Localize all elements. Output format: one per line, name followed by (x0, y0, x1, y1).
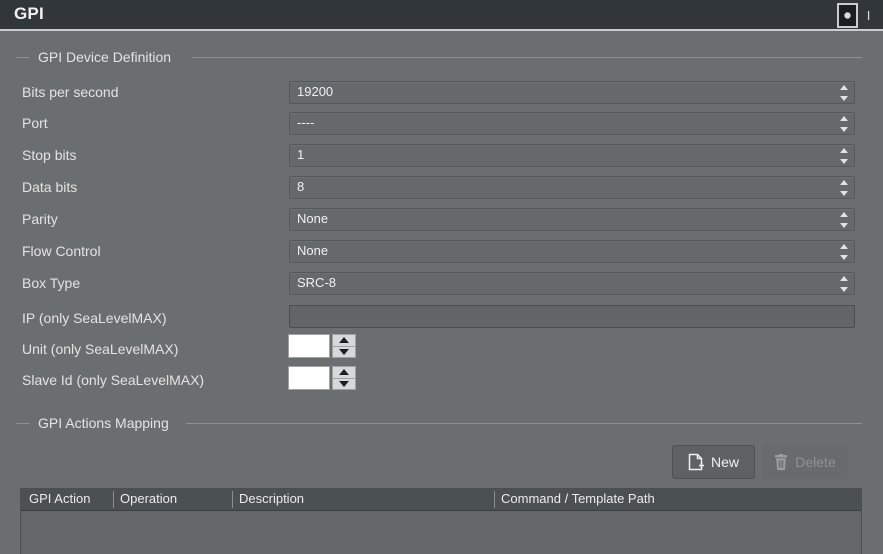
table-header-row: GPI Action Operation Description Command… (21, 489, 861, 511)
column-separator[interactable] (232, 491, 233, 508)
delete-button-label: Delete (795, 454, 835, 470)
chevron-updown-icon (839, 180, 848, 196)
label-ip: IP (only SeaLevelMAX) (22, 310, 166, 326)
chevron-updown-icon (839, 85, 848, 101)
actions-group-legend: GPI Actions Mapping (16, 415, 169, 431)
page-title: GPI (14, 4, 44, 24)
unit-spin-up-button[interactable] (332, 334, 356, 347)
combo-data-bits-value: 8 (297, 179, 304, 194)
device-group-rule (192, 57, 862, 58)
label-box-type: Box Type (22, 275, 80, 291)
delete-button[interactable]: Delete (762, 445, 848, 479)
circle-icon (843, 11, 852, 20)
column-header-command-template-path[interactable]: Command / Template Path (501, 491, 655, 506)
new-button-label: New (711, 454, 739, 470)
chevron-updown-icon (839, 148, 848, 164)
column-header-operation[interactable]: Operation (120, 491, 177, 506)
combo-box-type[interactable]: SRC-8 (289, 272, 855, 295)
label-data-bits: Data bits (22, 179, 77, 195)
label-flow-control: Flow Control (22, 243, 101, 259)
triangle-up-icon (339, 369, 349, 375)
combo-parity-value: None (297, 211, 328, 226)
titlebar: GPI I (0, 0, 883, 31)
slave-id-spin-up-button[interactable] (332, 366, 356, 379)
new-document-icon (688, 453, 704, 471)
titlebar-button-group: I (837, 2, 879, 29)
unit-spin-down-button[interactable] (332, 347, 356, 359)
combo-port[interactable]: ---- (289, 112, 855, 135)
device-group-legend: GPI Device Definition (16, 49, 171, 65)
chevron-updown-icon (839, 116, 848, 132)
column-header-gpi-action[interactable]: GPI Action (29, 491, 90, 506)
actions-group-legend-text: GPI Actions Mapping (38, 415, 169, 431)
combo-bits-per-second-value: 19200 (297, 84, 333, 99)
legend-dash (16, 57, 29, 58)
combo-flow-control[interactable]: None (289, 240, 855, 263)
slave-id-input[interactable] (288, 366, 330, 390)
circle-button[interactable] (837, 3, 858, 28)
column-separator[interactable] (113, 491, 114, 508)
unit-spinner-buttons (332, 334, 356, 358)
combo-flow-control-value: None (297, 243, 328, 258)
gpi-actions-table: GPI Action Operation Description Command… (20, 488, 862, 554)
combo-box-type-value: SRC-8 (297, 275, 336, 290)
label-slave-id: Slave Id (only SeaLevelMAX) (22, 372, 204, 388)
triangle-up-icon (339, 337, 349, 343)
legend-dash (16, 423, 29, 424)
combo-parity[interactable]: None (289, 208, 855, 231)
combo-stop-bits[interactable]: 1 (289, 144, 855, 167)
triangle-down-icon (339, 381, 349, 387)
ip-input[interactable] (289, 305, 855, 328)
combo-bits-per-second[interactable]: 19200 (289, 81, 855, 104)
table-body[interactable] (21, 511, 861, 554)
bar-icon: I (867, 8, 871, 23)
slave-id-spin-down-button[interactable] (332, 379, 356, 391)
new-button[interactable]: New (672, 445, 755, 479)
combo-port-value: ---- (297, 115, 314, 130)
label-bits-per-second: Bits per second (22, 84, 119, 100)
label-unit: Unit (only SeaLevelMAX) (22, 341, 178, 357)
unit-input[interactable] (288, 334, 330, 358)
label-parity: Parity (22, 211, 58, 227)
bar-button[interactable]: I (858, 3, 879, 28)
chevron-updown-icon (839, 244, 848, 260)
label-port: Port (22, 115, 48, 131)
actions-group-rule (186, 423, 862, 424)
combo-data-bits[interactable]: 8 (289, 176, 855, 199)
chevron-updown-icon (839, 212, 848, 228)
triangle-down-icon (339, 349, 349, 355)
label-stop-bits: Stop bits (22, 147, 76, 163)
combo-stop-bits-value: 1 (297, 147, 304, 162)
column-header-description[interactable]: Description (239, 491, 304, 506)
trash-icon (774, 454, 788, 471)
chevron-updown-icon (839, 276, 848, 292)
slave-id-spinner-buttons (332, 366, 356, 390)
gpi-dialog: GPI I GPI Device Definition Bits per sec… (0, 0, 883, 554)
column-separator[interactable] (494, 491, 495, 508)
device-group-legend-text: GPI Device Definition (38, 49, 171, 65)
